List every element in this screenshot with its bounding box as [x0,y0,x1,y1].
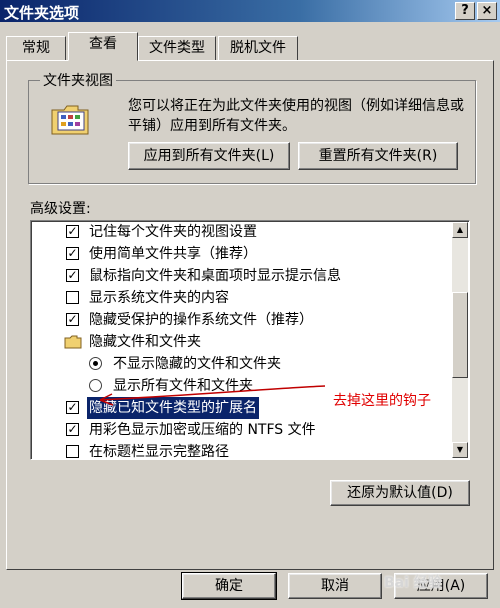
list-item-label: 鼠标指向文件夹和桌面项时显示提示信息 [89,268,341,284]
close-button[interactable]: × [477,2,497,20]
list-item-label: 使用简单文件共享（推荐） [89,246,257,262]
tab-view[interactable]: 查看 [68,32,138,61]
checkbox-show-tips[interactable]: ✓ [66,269,79,282]
watermark: Bai 经验 [384,575,442,591]
radio-hide-hidden-files[interactable] [89,357,102,370]
folder-views-icon [51,105,89,135]
window-title: 文件夹选项 [4,4,80,22]
title-bar: 文件夹选项 ? × [0,0,500,22]
annotation-arrow-icon [99,385,326,406]
checkbox-simple-sharing[interactable]: ✓ [66,247,79,260]
vertical-scrollbar[interactable]: ▲ ▼ [452,222,468,458]
scroll-thumb[interactable] [452,292,468,378]
list-item-label: 用彩色显示加密或压缩的 NTFS 文件 [89,422,316,438]
tab-file-types[interactable]: 文件类型 [138,36,216,60]
list-item-label: 显示系统文件夹的内容 [89,290,229,306]
scroll-up-icon[interactable]: ▲ [452,222,468,238]
folder-icon [64,335,82,349]
help-button[interactable]: ? [455,2,475,20]
checkbox-remember-view[interactable]: ✓ [66,225,79,238]
apply-to-all-folders-button[interactable]: 应用到所有文件夹(L) [128,142,290,170]
scroll-down-icon[interactable]: ▼ [452,442,468,458]
checkbox-color-ntfs[interactable]: ✓ [66,423,79,436]
list-item-label: 记住每个文件夹的视图设置 [89,224,257,240]
cancel-button[interactable]: 取消 [288,573,382,599]
list-item-label: 在标题栏显示完整路径 [89,444,229,460]
list-item-label: 隐藏受保护的操作系统文件（推荐） [89,312,313,328]
annotation-text: 去掉这里的钩子 [333,393,431,409]
ok-button[interactable]: 确定 [181,572,277,600]
tab-offline-files[interactable]: 脱机文件 [218,36,298,60]
restore-defaults-button[interactable]: 还原为默认值(D) [330,480,470,506]
tab-general[interactable]: 常规 [6,36,66,60]
folder-views-description: 您可以将正在为此文件夹使用的视图（例如详细信息或平铺）应用到所有文件夹。 [128,98,464,134]
list-item-label: 隐藏文件和文件夹 [89,334,201,350]
folder-views-legend: 文件夹视图 [40,70,116,90]
checkbox-show-system-folders[interactable] [66,291,79,304]
advanced-settings-list[interactable]: ✓ 记住每个文件夹的视图设置 ✓ 使用简单文件共享（推荐） ✓ 鼠标指向文件夹和… [30,220,470,460]
checkbox-full-path-title[interactable] [66,445,79,458]
advanced-settings-label: 高级设置: [30,201,91,217]
list-item-label: 不显示隐藏的文件和文件夹 [113,356,281,372]
checkbox-hide-os-files[interactable]: ✓ [66,313,79,326]
reset-all-folders-button[interactable]: 重置所有文件夹(R) [298,142,458,170]
